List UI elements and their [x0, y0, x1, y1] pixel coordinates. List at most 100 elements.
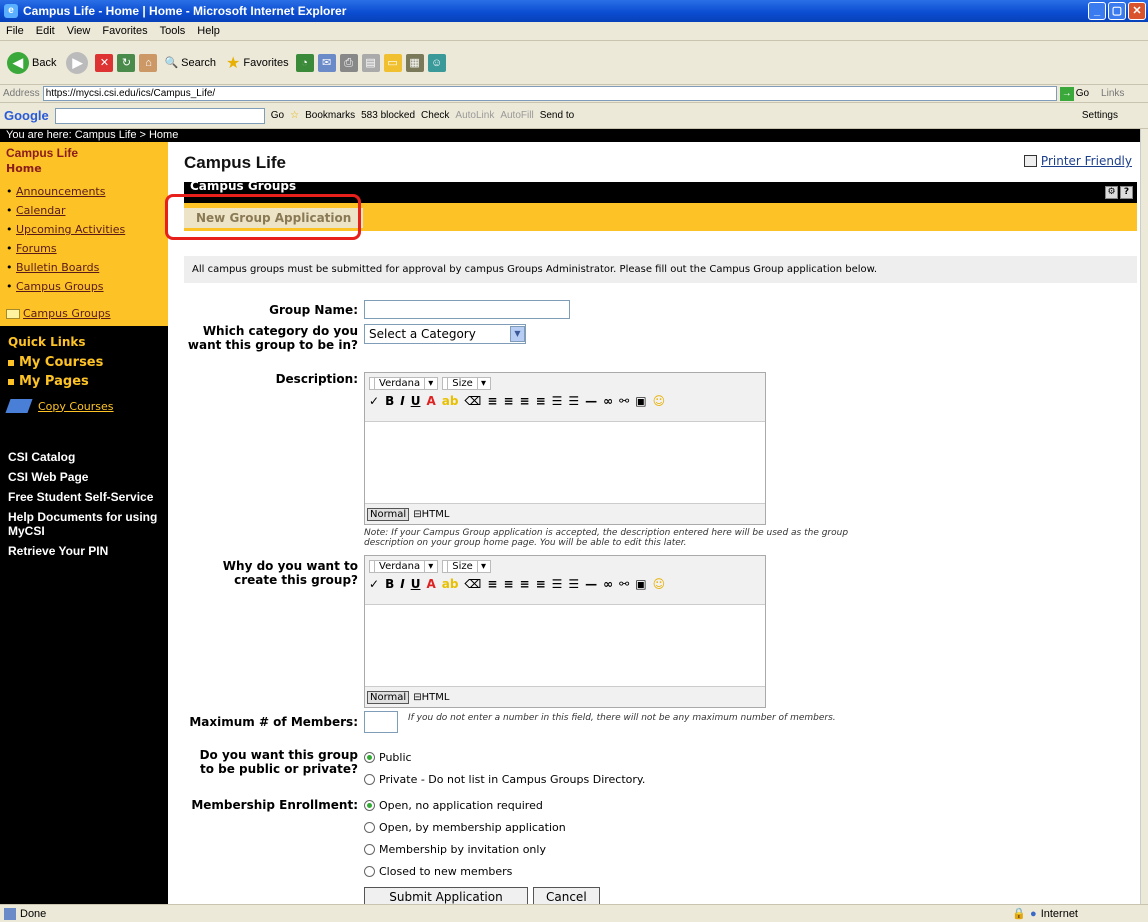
align-right-icon[interactable]: ≡ [520, 577, 530, 591]
upcoming-activities-link[interactable]: Upcoming Activities [16, 223, 125, 236]
mail-icon[interactable]: ✉ [317, 53, 336, 72]
group-name-input[interactable] [364, 300, 570, 319]
spellcheck-button[interactable]: Check [421, 110, 449, 121]
messenger-icon[interactable]: ☺ [427, 53, 446, 72]
font-select[interactable]: Verdana ▾ [369, 377, 439, 390]
announcements-link[interactable]: Announcements [16, 185, 105, 198]
sidebar-item-forums[interactable]: • Forums [6, 239, 162, 258]
go-arrow-icon[interactable]: → [1059, 86, 1074, 101]
link-free-student-self-service[interactable]: Free Student Self-Service [0, 487, 168, 507]
folder-icon[interactable]: ▭ [383, 53, 402, 72]
folder-link[interactable]: Campus Groups [23, 307, 111, 320]
enrollment-closed-radio[interactable]: Closed to new members [364, 860, 566, 882]
description-textarea[interactable] [365, 421, 765, 504]
search-button[interactable]: 🔍 Search [161, 54, 219, 71]
print-icon[interactable]: ⎙ [339, 53, 358, 72]
bookmarks-button[interactable]: Bookmarks [305, 110, 355, 121]
enrollment-invitation-radio[interactable]: Membership by invitation only [364, 838, 566, 860]
unlink-icon[interactable]: ⚯ [619, 394, 629, 408]
privacy-public-radio[interactable]: Public [364, 746, 645, 768]
calendar-link[interactable]: Calendar [16, 204, 65, 217]
autofill-button[interactable]: AutoFill [500, 110, 533, 121]
highlight-icon[interactable]: ab [442, 577, 459, 591]
google-search-input[interactable] [54, 107, 265, 124]
forward-button[interactable]: ▶ [63, 50, 91, 76]
quick-link-my-pages[interactable]: My Pages [0, 372, 168, 391]
align-center-icon[interactable]: ≡ [503, 394, 513, 408]
google-logo[interactable]: Google [4, 108, 49, 123]
image-icon[interactable]: ▣ [635, 394, 646, 408]
smiley-icon[interactable]: ☺ [653, 394, 666, 408]
category-select[interactable]: Select a Category ▼ [364, 324, 526, 344]
home-icon[interactable]: ⌂ [139, 53, 158, 72]
align-left-icon[interactable]: ≡ [487, 577, 497, 591]
unordered-list-icon[interactable]: ☰ [568, 577, 579, 591]
link-retrieve-pin[interactable]: Retrieve Your PIN [0, 541, 168, 561]
justify-icon[interactable]: ≡ [536, 577, 546, 591]
font-color-icon[interactable]: A [426, 577, 435, 591]
normal-mode-button[interactable]: Normal [367, 690, 410, 704]
go-button[interactable]: Go [1076, 88, 1089, 99]
autolink-button[interactable]: AutoLink [455, 110, 494, 121]
sidebar-item-calendar[interactable]: • Calendar [6, 201, 162, 220]
send-to-button[interactable]: Send to [540, 110, 574, 121]
size-select[interactable]: Size ▾ [442, 560, 492, 573]
html-mode-button[interactable]: ⊟HTML [413, 692, 449, 703]
copy-courses-link[interactable]: Copy Courses [0, 391, 168, 421]
horizontal-rule-icon[interactable]: — [585, 394, 597, 408]
image-icon[interactable]: ▣ [635, 577, 646, 591]
spellcheck-icon[interactable]: ✓ [369, 577, 379, 591]
links-button[interactable]: Links [1101, 88, 1124, 99]
vertical-scrollbar[interactable] [1140, 129, 1148, 904]
campus-groups-link[interactable]: Campus Groups [16, 280, 104, 293]
popup-blocked-button[interactable]: 583 blocked [361, 110, 415, 121]
menu-view[interactable]: View [61, 25, 97, 37]
menu-tools[interactable]: Tools [154, 25, 192, 37]
bold-icon[interactable]: B [385, 577, 394, 591]
normal-mode-button[interactable]: Normal [367, 507, 410, 521]
enrollment-open-radio[interactable]: Open, no application required [364, 794, 566, 816]
unordered-list-icon[interactable]: ☰ [568, 394, 579, 408]
close-button[interactable]: ✕ [1128, 2, 1146, 20]
size-select[interactable]: Size ▾ [442, 377, 492, 390]
ordered-list-icon[interactable]: ☰ [552, 577, 563, 591]
sidebar-folder-campus-groups[interactable]: Campus Groups [6, 307, 162, 320]
bulletin-boards-link[interactable]: Bulletin Boards [16, 261, 99, 274]
font-select[interactable]: Verdana ▾ [369, 560, 439, 573]
menu-help[interactable]: Help [191, 25, 226, 37]
align-center-icon[interactable]: ≡ [503, 577, 513, 591]
bold-icon[interactable]: B [385, 394, 394, 408]
menu-favorites[interactable]: Favorites [96, 25, 153, 37]
menu-file[interactable]: File [0, 25, 30, 37]
maximize-button[interactable]: ▢ [1108, 2, 1126, 20]
quick-link-my-courses[interactable]: My Courses [0, 353, 168, 372]
italic-icon[interactable]: I [400, 577, 404, 591]
printer-friendly-link[interactable]: Printer Friendly [1023, 154, 1132, 168]
align-left-icon[interactable]: ≡ [487, 394, 497, 408]
menu-edit[interactable]: Edit [30, 25, 61, 37]
sidebar-item-bulletin-boards[interactable]: • Bulletin Boards [6, 258, 162, 277]
link-csi-catalog[interactable]: CSI Catalog [0, 447, 168, 467]
ordered-list-icon[interactable]: ☰ [552, 394, 563, 408]
italic-icon[interactable]: I [400, 394, 404, 408]
sidebar-item-announcements[interactable]: • Announcements [6, 182, 162, 201]
help-icon[interactable]: ? [1120, 186, 1133, 199]
address-input[interactable]: https://mycsi.csi.edu/ics/Campus_Life/ [42, 86, 1057, 101]
highlight-icon[interactable]: ab [442, 394, 459, 408]
sidebar-item-upcoming-activities[interactable]: • Upcoming Activities [6, 220, 162, 239]
privacy-private-radio[interactable]: Private - Do not list in Campus Groups D… [364, 768, 645, 790]
enrollment-application-radio[interactable]: Open, by membership application [364, 816, 566, 838]
spellcheck-icon[interactable]: ✓ [369, 394, 379, 408]
refresh-icon[interactable]: ↻ [117, 53, 136, 72]
settings-button[interactable]: Settings [1082, 110, 1118, 121]
sidebar-item-campus-groups[interactable]: • Campus Groups [6, 277, 162, 296]
eraser-icon[interactable]: ⌫ [464, 577, 481, 591]
link-icon[interactable]: ∞ [603, 577, 613, 591]
stop-icon[interactable]: ✕ [95, 53, 114, 72]
underline-icon[interactable]: U [411, 577, 421, 591]
sidebar-home[interactable]: Home [6, 162, 162, 175]
forums-link[interactable]: Forums [16, 242, 57, 255]
minimize-button[interactable]: _ [1088, 2, 1106, 20]
underline-icon[interactable]: U [411, 394, 421, 408]
settings-icon[interactable]: ⚙ [1105, 186, 1118, 199]
